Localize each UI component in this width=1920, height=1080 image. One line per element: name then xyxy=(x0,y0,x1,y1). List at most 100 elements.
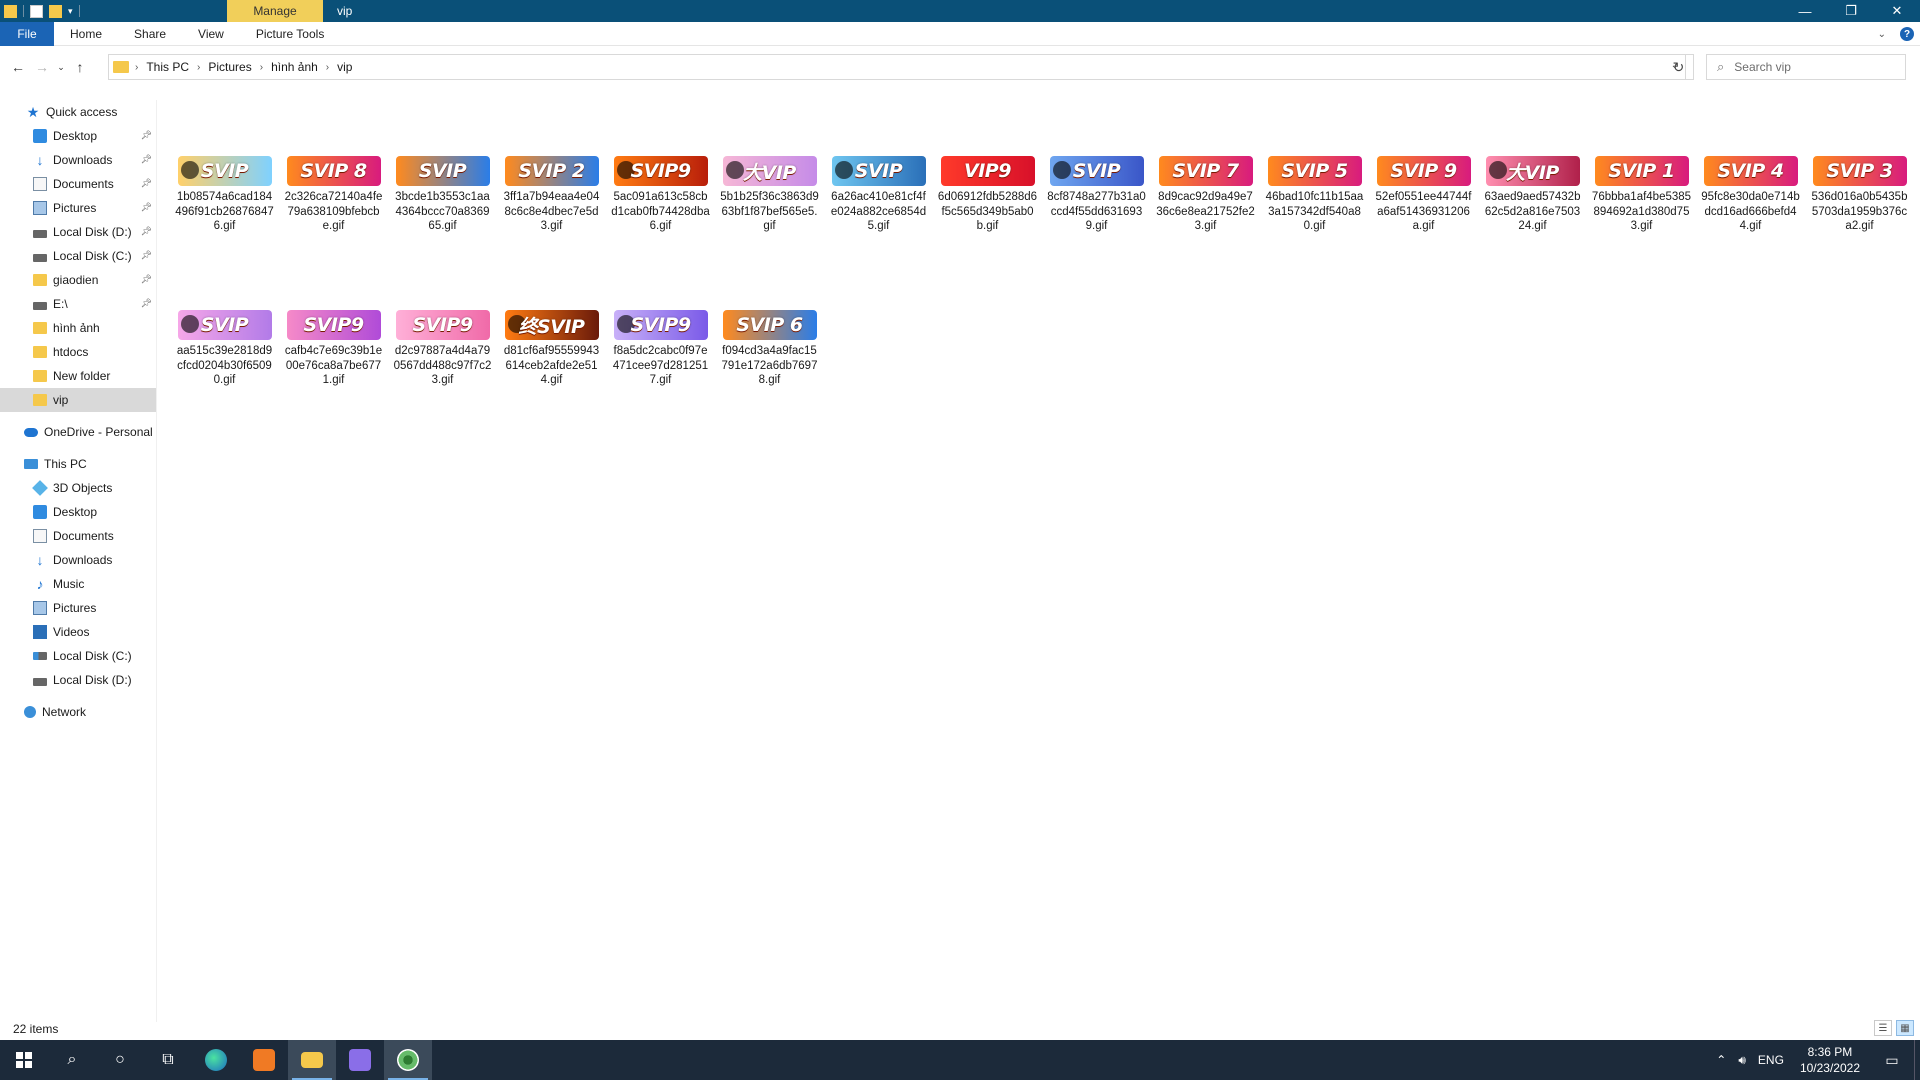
file-item[interactable]: SVIP 3 536d016a0b5435b5703da1959b376ca2.g… xyxy=(1805,150,1914,296)
minimize-button[interactable]: — xyxy=(1782,0,1828,22)
help-icon[interactable]: ? xyxy=(1900,27,1914,41)
cortana-icon[interactable]: ○ xyxy=(96,1040,144,1080)
recent-locations-button[interactable]: ⌄ xyxy=(54,55,68,79)
properties-icon[interactable] xyxy=(30,4,43,18)
chevron-right-icon[interactable]: › xyxy=(326,62,329,73)
manage-contextual-tab[interactable]: Manage xyxy=(227,0,323,22)
back-button[interactable]: ← xyxy=(6,55,30,79)
file-item[interactable]: SVIP 9 52ef0551ee44744fa6af51436931206a.g… xyxy=(1369,150,1478,296)
search-icon[interactable]: ⌕ xyxy=(48,1040,96,1080)
badge-mascot-icon xyxy=(725,161,744,179)
start-windows-icon[interactable] xyxy=(0,1040,48,1080)
nav-item-3d-objects[interactable]: 3D Objects xyxy=(0,476,156,500)
nav-item-local-disk-d[interactable]: Local Disk (D:) 📌︎ xyxy=(0,220,156,244)
videos-icon xyxy=(33,625,47,639)
breadcrumb-hinh-anh[interactable]: hình ảnh xyxy=(271,60,318,74)
nav-item-giaodien[interactable]: giaodien 📌︎ xyxy=(0,268,156,292)
volume-icon[interactable]: 🔊︎ xyxy=(1732,1053,1752,1068)
pane-divider[interactable] xyxy=(156,100,157,1022)
details-view-icon[interactable]: ☰ xyxy=(1874,1020,1892,1036)
file-item[interactable]: SVIP9 5ac091a613c58cbd1cab0fb74428dba6.gi… xyxy=(606,150,715,296)
chevron-right-icon[interactable]: › xyxy=(135,62,138,73)
nav-item-desktop[interactable]: Desktop 📌︎ xyxy=(0,124,156,148)
badge-text: SVIP xyxy=(418,160,467,182)
file-item[interactable]: SVIP 3bcde1b3553c1aa4364bccc70a836965.gif xyxy=(388,150,497,296)
tab-home[interactable]: Home xyxy=(54,22,118,46)
nav-item-documents[interactable]: Documents xyxy=(0,524,156,548)
notepad-app-icon[interactable] xyxy=(336,1040,384,1080)
language-indicator[interactable]: ENG xyxy=(1752,1053,1790,1067)
file-item[interactable]: SVIP 6 f094cd3a4a9fac15791e172a6db76978.g… xyxy=(715,304,824,450)
file-item[interactable]: SVIP 1 76bbba1af4be5385894692a1d380d753.g… xyxy=(1587,150,1696,296)
chevron-right-icon[interactable]: › xyxy=(260,62,263,73)
close-button[interactable]: ✕ xyxy=(1874,0,1920,22)
file-item[interactable]: 大VIP 63aed9aed57432b62c5d2a816e750324.gif xyxy=(1478,150,1587,296)
tab-picture-tools[interactable]: Picture Tools xyxy=(240,22,340,46)
tab-view[interactable]: View xyxy=(182,22,240,46)
forward-button[interactable]: → xyxy=(30,55,54,79)
file-item[interactable]: SVIP 7 8d9cac92d9a49e736c6e8ea21752fe23.g… xyxy=(1151,150,1260,296)
nav-item-pictures[interactable]: Pictures 📌︎ xyxy=(0,196,156,220)
nav-item-downloads[interactable]: ↓ Downloads 📌︎ xyxy=(0,148,156,172)
nav-item-downloads[interactable]: ↓ Downloads xyxy=(0,548,156,572)
chevron-up-icon[interactable]: ⌃ xyxy=(1710,1053,1732,1067)
badge-mascot-icon xyxy=(180,315,199,333)
breadcrumb-vip[interactable]: vip xyxy=(337,60,352,74)
nav-item-htdocs[interactable]: htdocs xyxy=(0,340,156,364)
breadcrumb-this-pc[interactable]: This PC xyxy=(146,60,189,74)
edge-icon[interactable] xyxy=(192,1040,240,1080)
nav-onedrive[interactable]: OneDrive - Personal xyxy=(0,420,156,444)
file-item[interactable]: SVIP 6a26ac410e81cf4fe024a882ce6854d5.gif xyxy=(824,150,933,296)
customize-toolbar-icon[interactable]: ▾ xyxy=(68,6,73,17)
up-button[interactable]: ↑ xyxy=(68,55,92,79)
nav-item-local-disk-c[interactable]: Local Disk (C:) xyxy=(0,644,156,668)
file-item[interactable]: SVIP 8cf8748a277b31a0ccd4f55dd6316939.gif xyxy=(1042,150,1151,296)
show-desktop-button[interactable] xyxy=(1914,1040,1920,1080)
search-box[interactable]: ⌕ Search vip xyxy=(1706,54,1906,80)
file-item[interactable]: SVIP aa515c39e2818d9cfcd0204b30f65090.gif xyxy=(170,304,279,450)
task-view-icon[interactable]: ⧉ xyxy=(144,1040,192,1080)
nav-quick-access[interactable]: ★ Quick access xyxy=(0,100,156,124)
file-item[interactable]: SVIP 5 46bad10fc11b15aa3a157342df540a80.g… xyxy=(1260,150,1369,296)
refresh-button[interactable]: ↻ xyxy=(1664,54,1694,80)
nav-item-label: 3D Objects xyxy=(53,481,113,495)
restore-button[interactable]: ❐ xyxy=(1828,0,1874,22)
xampp-icon[interactable] xyxy=(240,1040,288,1080)
nav-item-documents[interactable]: Documents 📌︎ xyxy=(0,172,156,196)
nav-item-local-disk-d[interactable]: Local Disk (D:) xyxy=(0,668,156,692)
nav-item-vip[interactable]: vip xyxy=(0,388,156,412)
nav-item-h-nh-nh[interactable]: hình ảnh xyxy=(0,316,156,340)
nav-item-desktop[interactable]: Desktop xyxy=(0,500,156,524)
notification-icon[interactable]: ▭ xyxy=(1870,1040,1914,1080)
file-item[interactable]: SVIP9 cafb4c7e69c39b1e00e76ca8a7be6771.gi… xyxy=(279,304,388,450)
chevron-right-icon[interactable]: › xyxy=(197,62,200,73)
file-item[interactable]: SVIP 2 3ff1a7b94eaa4e048c6c8e4dbec7e5d3.g… xyxy=(497,150,606,296)
expand-ribbon-icon[interactable]: ⌄ xyxy=(1878,29,1886,40)
file-item[interactable]: 大VIP 5b1b25f36c3863d963bf1f87bef565e5.gif xyxy=(715,150,824,296)
breadcrumb-pictures[interactable]: Pictures xyxy=(208,60,251,74)
clock[interactable]: 8:36 PM 10/23/2022 xyxy=(1790,1044,1870,1076)
nav-item-local-disk-c[interactable]: Local Disk (C:) 📌︎ xyxy=(0,244,156,268)
nav-item-e[interactable]: E:\ 📌︎ xyxy=(0,292,156,316)
nav-item-pictures[interactable]: Pictures xyxy=(0,596,156,620)
nav-this-pc[interactable]: This PC xyxy=(0,452,156,476)
file-item[interactable]: SVIP 4 95fc8e30da0e714bdcd16ad666befd44.g… xyxy=(1696,150,1805,296)
file-item[interactable]: SVIP 1b08574a6cad184496f91cb268768476.gif xyxy=(170,150,279,296)
new-folder-icon[interactable] xyxy=(49,4,62,18)
file-item[interactable]: 终SVIP d81cf6af95559943614ceb2afde2e514.gi… xyxy=(497,304,606,450)
nav-item-videos[interactable]: Videos xyxy=(0,620,156,644)
chrome-app-icon[interactable] xyxy=(384,1040,432,1080)
file-item[interactable]: SVIP9 f8a5dc2cabc0f97e471cee97d2812517.gi… xyxy=(606,304,715,450)
nav-network[interactable]: Network xyxy=(0,700,156,724)
large-icons-view-icon[interactable]: ▦ xyxy=(1896,1020,1914,1036)
tab-file[interactable]: File xyxy=(0,21,54,46)
file-explorer-icon[interactable] xyxy=(288,1040,336,1080)
address-bar[interactable]: › This PC › Pictures › hình ảnh › vip ⌄ xyxy=(108,54,1686,80)
file-item[interactable]: SVIP9 d2c97887a4d4a790567dd488c97f7c23.gi… xyxy=(388,304,497,450)
file-item[interactable]: SVIP 8 2c326ca72140a4fe79a638109bfebcbe.g… xyxy=(279,150,388,296)
nav-item-music[interactable]: ♪ Music xyxy=(0,572,156,596)
status-bar: 22 items ☰ ▦ xyxy=(0,1020,1920,1038)
tab-share[interactable]: Share xyxy=(118,22,182,46)
file-item[interactable]: VIP9 6d06912fdb5288d6f5c565d349b5ab0b.gif xyxy=(933,150,1042,296)
nav-item-new-folder[interactable]: New folder xyxy=(0,364,156,388)
